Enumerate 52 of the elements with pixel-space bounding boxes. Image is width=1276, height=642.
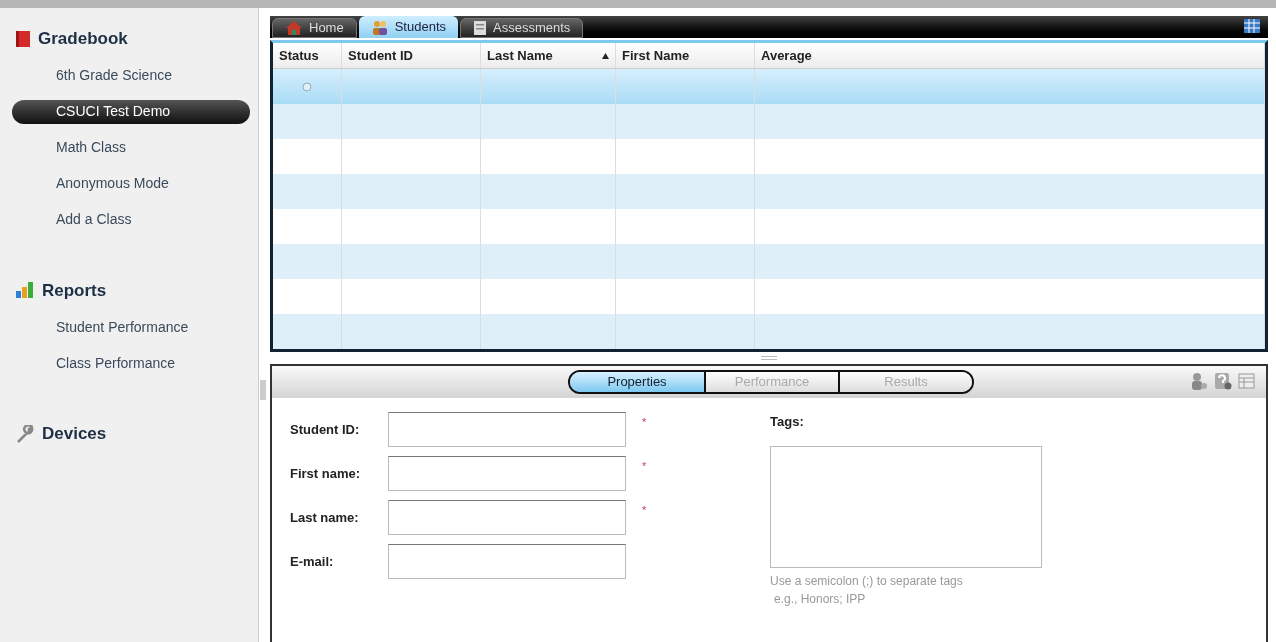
input-field[interactable] xyxy=(388,412,626,447)
table-icon[interactable] xyxy=(1238,372,1256,390)
sidebar-item[interactable]: 6th Grade Science xyxy=(16,63,250,88)
sidebar-item[interactable]: Add a Class xyxy=(16,207,250,232)
column-header[interactable]: First Name xyxy=(616,43,755,68)
book-icon xyxy=(16,30,30,47)
required-mark: * xyxy=(642,415,647,430)
section-heading[interactable]: Gradebook xyxy=(38,26,128,52)
house-icon xyxy=(285,20,303,36)
segment-tab[interactable]: Properties xyxy=(570,372,704,392)
field-label: First name: xyxy=(290,464,362,483)
required-mark: * xyxy=(642,503,647,518)
field-label: Tags: xyxy=(770,413,805,431)
column-header[interactable]: Average xyxy=(755,43,1265,68)
tab[interactable]: Assessments xyxy=(460,18,584,38)
tab[interactable]: Home xyxy=(272,18,357,38)
table-row[interactable] xyxy=(273,314,1265,349)
tab[interactable]: Students xyxy=(358,16,458,38)
question-icon[interactable] xyxy=(1214,372,1232,390)
field-label: E-mail: xyxy=(290,552,335,571)
table-row[interactable] xyxy=(273,244,1265,279)
sidebar-item[interactable]: Anonymous Mode xyxy=(16,171,250,196)
document-icon xyxy=(473,20,487,36)
field-label: Student ID: xyxy=(290,420,361,439)
tags-field[interactable] xyxy=(770,445,1042,568)
required-mark: * xyxy=(642,459,647,474)
grid-icon[interactable] xyxy=(1244,19,1260,33)
input-field[interactable] xyxy=(388,500,626,535)
column-header[interactable]: Last Name xyxy=(481,43,616,68)
status-circle-icon xyxy=(302,81,312,92)
table-row[interactable] xyxy=(273,104,1265,139)
sidebar-item[interactable]: Class Performance xyxy=(16,351,250,375)
section-heading[interactable]: Reports xyxy=(42,277,107,303)
hint-text: Use a semicolon (;) to separate tags xyxy=(770,572,964,590)
sort-ascending-icon xyxy=(602,52,609,59)
input-field[interactable] xyxy=(388,544,626,579)
sidebar-item[interactable]: Math Class xyxy=(16,135,250,160)
column-header[interactable]: Student ID xyxy=(342,43,481,68)
hint-text: e.g., Honors; IPP xyxy=(773,590,867,608)
bar-chart-icon xyxy=(16,282,34,299)
people-icon xyxy=(370,19,389,35)
sidebar-item[interactable]: CSUCI Test Demo xyxy=(12,99,250,124)
splitter-handle[interactable] xyxy=(260,380,266,400)
section-heading[interactable]: Devices xyxy=(42,421,107,447)
input-field[interactable] xyxy=(388,456,626,491)
field-label: Last name: xyxy=(290,508,360,527)
person-icon[interactable] xyxy=(1190,372,1208,390)
wrench-icon xyxy=(16,424,34,443)
sidebar-item[interactable]: Student Performance xyxy=(16,315,250,339)
table-row[interactable] xyxy=(273,69,1265,104)
table-row[interactable] xyxy=(273,174,1265,209)
column-header[interactable]: Status xyxy=(273,43,342,68)
